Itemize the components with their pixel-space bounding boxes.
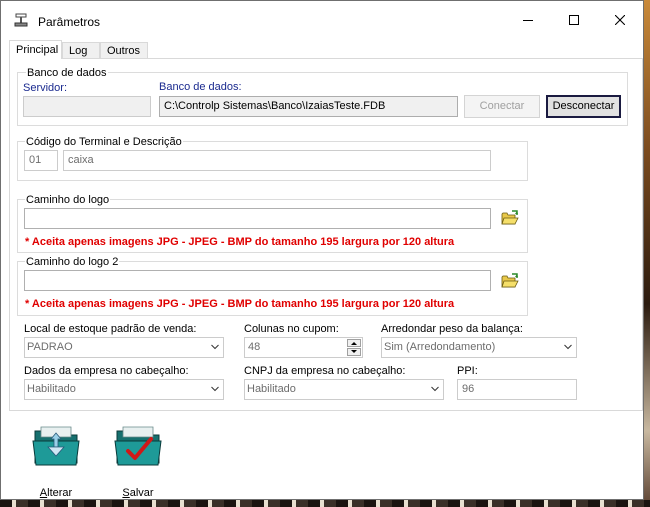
triangle-down-icon — [351, 350, 357, 353]
open-folder-icon[interactable] — [501, 273, 519, 289]
stock-location-select[interactable]: PADRAO — [24, 337, 224, 358]
logo-label: Caminho do logo — [25, 194, 111, 206]
minimize-icon — [523, 20, 533, 21]
edit-folder-icon — [32, 426, 80, 466]
terminal-description-field[interactable]: caixa — [63, 150, 491, 171]
parametros-window: Parâmetros Principal Log Outros Banco de… — [0, 0, 644, 500]
stock-location-label: Local de estoque padrão de venda: — [24, 323, 197, 335]
close-button[interactable] — [597, 1, 643, 39]
alter-button[interactable]: Alterar — [26, 423, 86, 501]
save-label: Salvar — [122, 487, 154, 499]
ppi-field[interactable]: 96 — [457, 379, 577, 400]
logo-note: * Aceita apenas imagens JPG - JPEG - BMP… — [25, 236, 455, 248]
scale-rounding-select[interactable]: Sim (Arredondamento) — [381, 337, 577, 358]
alter-label-text: lterar — [47, 487, 73, 499]
tab-principal[interactable]: Principal — [9, 40, 62, 59]
chevron-down-icon — [211, 386, 219, 392]
window-title: Parâmetros — [38, 15, 101, 29]
coupon-columns-value: 48 — [248, 341, 261, 353]
chevron-down-icon — [431, 386, 439, 392]
maximize-icon — [569, 15, 579, 25]
logo2-note: * Aceita apenas imagens JPG - JPEG - BMP… — [25, 298, 455, 310]
connect-button[interactable]: Conectar — [464, 95, 540, 118]
chevron-down-icon — [564, 344, 572, 350]
logo-path-field[interactable] — [24, 208, 491, 229]
coupon-columns-label: Colunas no cupom: — [244, 323, 339, 335]
logo2-path-field[interactable] — [24, 270, 491, 291]
stepper-up-button[interactable] — [347, 339, 361, 347]
tab-outros[interactable]: Outros — [100, 42, 148, 58]
checkmark-folder-icon — [114, 426, 162, 466]
stock-location-value: PADRAO — [27, 341, 73, 353]
alter-label: Alterar — [39, 487, 73, 499]
chevron-down-icon — [211, 344, 219, 350]
minimize-button[interactable] — [505, 1, 551, 39]
database-path-field[interactable]: C:\Controlp Sistemas\Banco\IzaiasTeste.F… — [159, 96, 458, 117]
close-icon — [615, 15, 625, 25]
ppi-label: PPI: — [457, 365, 478, 377]
scale-rounding-value: Sim (Arredondamento) — [384, 341, 496, 353]
tab-log[interactable]: Log — [62, 42, 100, 58]
stepper-down-button[interactable] — [347, 348, 361, 356]
terminal-group-label: Código do Terminal e Descrição — [25, 136, 183, 148]
open-folder-icon[interactable] — [501, 210, 519, 226]
server-label: Servidor: — [23, 82, 68, 94]
background-edge-bottom — [0, 500, 650, 507]
company-header-label: Dados da empresa no cabeçalho: — [24, 365, 189, 377]
terminal-code-field[interactable]: 01 — [24, 150, 58, 171]
scale-icon — [14, 13, 28, 27]
save-label-text: alvar — [129, 487, 154, 499]
cnpj-header-value: Habilitado — [247, 383, 296, 395]
triangle-up-icon — [351, 342, 357, 345]
server-field[interactable] — [23, 96, 151, 117]
disconnect-button[interactable]: Desconectar — [546, 95, 621, 118]
company-header-select[interactable]: Habilitado — [24, 379, 224, 400]
save-button[interactable]: Salvar — [108, 423, 168, 501]
stepper-buttons[interactable] — [347, 339, 361, 356]
database-group-label: Banco de dados — [26, 67, 108, 79]
title-bar[interactable]: Parâmetros — [1, 1, 643, 39]
tab-panel-principal: Banco de dados Servidor: Banco de dados:… — [9, 58, 643, 411]
cnpj-header-label: CNPJ da empresa no cabeçalho: — [244, 365, 406, 377]
scale-rounding-label: Arredondar peso da balança: — [381, 323, 523, 335]
company-header-value: Habilitado — [27, 383, 76, 395]
database-path-label: Banco de dados: — [159, 81, 242, 93]
logo2-label: Caminho do logo 2 — [25, 256, 120, 268]
background-edge-right — [644, 0, 650, 507]
coupon-columns-stepper[interactable]: 48 — [244, 337, 363, 358]
maximize-button[interactable] — [551, 1, 597, 39]
cnpj-header-select[interactable]: Habilitado — [244, 379, 444, 400]
